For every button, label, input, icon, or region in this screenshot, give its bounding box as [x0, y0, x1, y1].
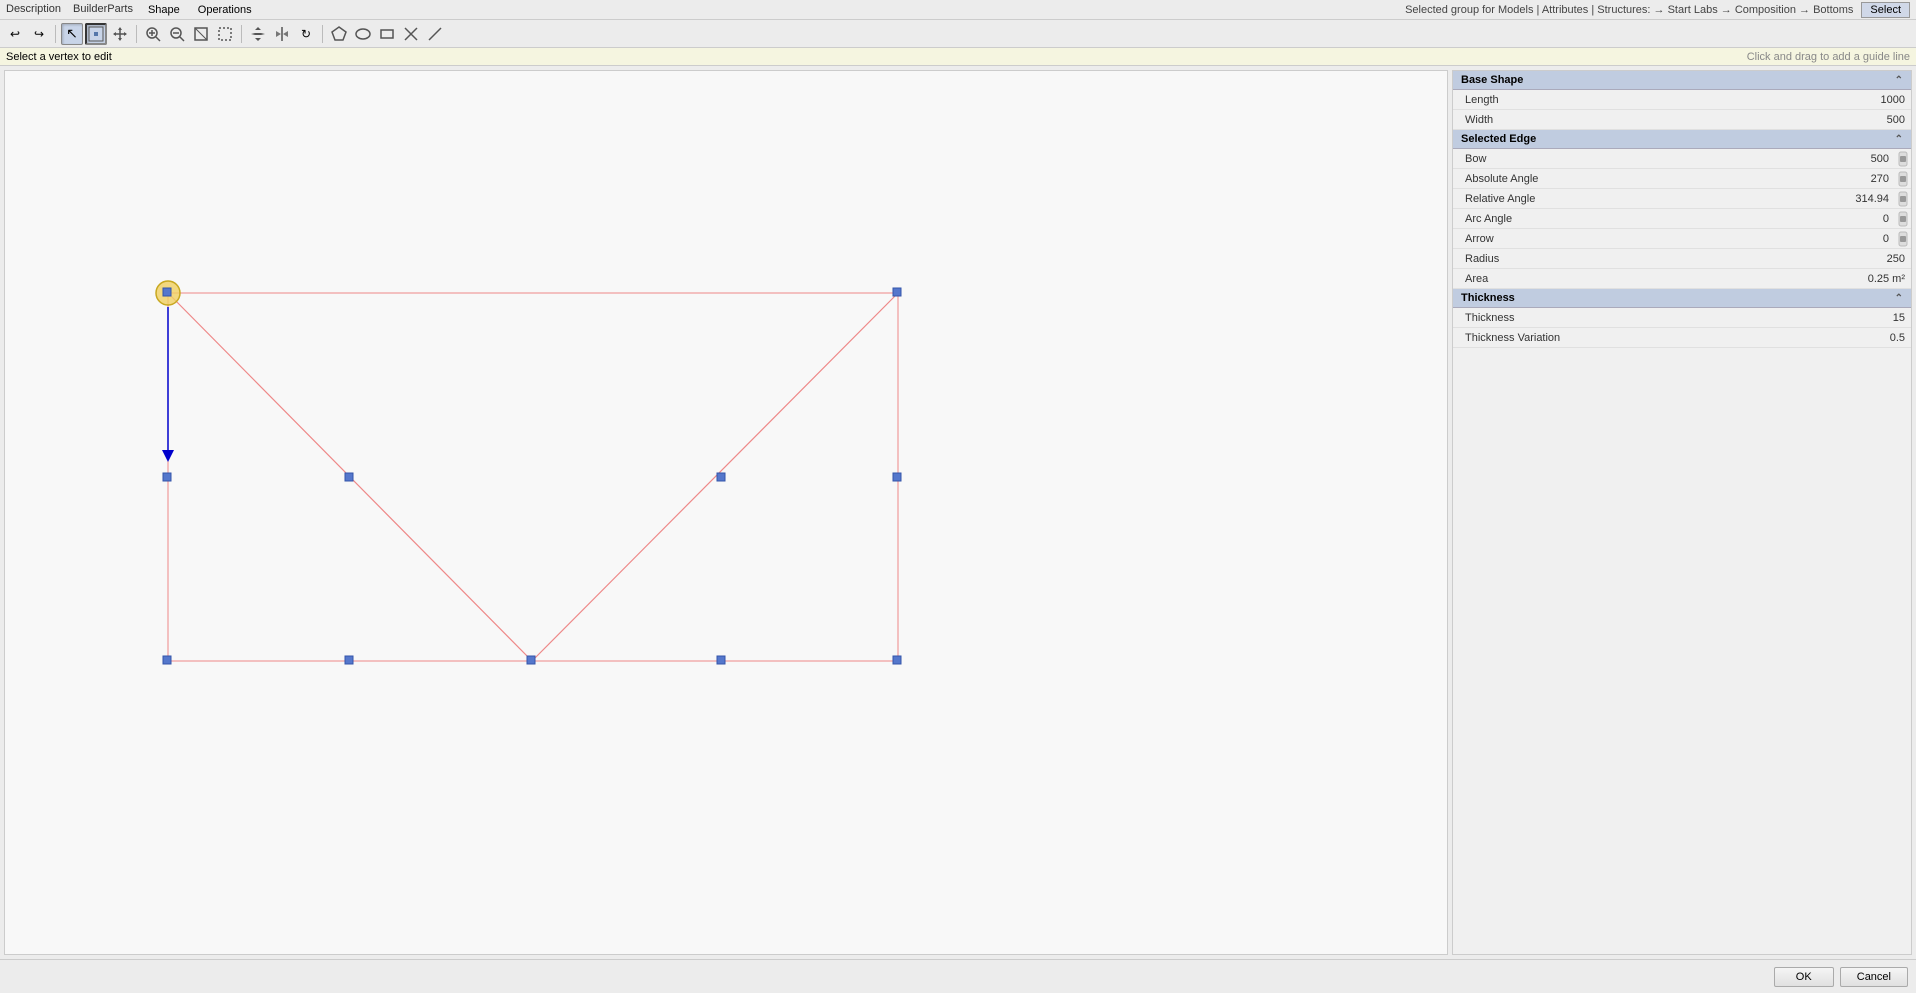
base-shape-title: Base Shape: [1461, 74, 1523, 86]
thickness-header[interactable]: Thickness ⌃: [1453, 289, 1911, 308]
area-row: Area 0.25 m²: [1453, 269, 1911, 289]
area-label: Area: [1453, 273, 1791, 285]
absolute-angle-label: Absolute Angle: [1453, 173, 1775, 185]
absolute-angle-row: Absolute Angle 270: [1453, 169, 1911, 189]
base-shape-collapse-icon: ⌃: [1895, 75, 1903, 86]
zoom-window-button[interactable]: [214, 23, 236, 45]
status-hint: Select a vertex to edit: [6, 51, 112, 63]
relative-angle-row: Relative Angle 314.94: [1453, 189, 1911, 209]
cut-tool-button[interactable]: [400, 23, 422, 45]
base-shape-header[interactable]: Base Shape ⌃: [1453, 71, 1911, 90]
separator4: [322, 25, 323, 43]
app-title: BuilderParts: [73, 3, 133, 17]
absolute-angle-value[interactable]: 270: [1775, 173, 1895, 185]
rect-tool-button[interactable]: [376, 23, 398, 45]
length-row: Length 1000: [1453, 90, 1911, 110]
ok-button[interactable]: OK: [1774, 967, 1834, 987]
thickness-value[interactable]: 15: [1791, 312, 1911, 324]
selected-edge-section: Selected Edge ⌃ Bow 500 Absolute Angle 2…: [1453, 130, 1911, 289]
line-tool-button[interactable]: [424, 23, 446, 45]
pan-button[interactable]: [247, 23, 269, 45]
canvas-svg: [5, 71, 1447, 954]
thickness-variation-label: Thickness Variation: [1453, 332, 1791, 344]
thickness-section: Thickness ⌃ Thickness 15 Thickness Varia…: [1453, 289, 1911, 348]
arc-angle-label: Arc Angle: [1453, 213, 1775, 225]
select-button[interactable]: Select: [1861, 2, 1910, 18]
radius-label: Radius: [1453, 253, 1791, 265]
bow-scrollbar[interactable]: [1895, 151, 1911, 167]
canvas-area[interactable]: [4, 70, 1448, 955]
separator2: [136, 25, 137, 43]
move-button[interactable]: [109, 23, 131, 45]
select-vertex-button[interactable]: [85, 23, 107, 45]
selected-edge-header[interactable]: Selected Edge ⌃: [1453, 130, 1911, 149]
menu-operations[interactable]: Operations: [195, 3, 255, 17]
bow-row: Bow 500: [1453, 149, 1911, 169]
menu-shape[interactable]: Shape: [145, 3, 183, 17]
arc-angle-scrollbar[interactable]: [1895, 211, 1911, 227]
arrow-row: Arrow 0: [1453, 229, 1911, 249]
zoom-fit-button[interactable]: [190, 23, 212, 45]
radius-value[interactable]: 250: [1791, 253, 1911, 265]
arrow-value[interactable]: 0: [1775, 233, 1895, 245]
bottom-bar: OK Cancel: [0, 959, 1916, 993]
undo-button[interactable]: ↩: [4, 23, 26, 45]
thickness-label: Thickness: [1453, 312, 1791, 324]
polygon-tool-button[interactable]: [328, 23, 350, 45]
width-label: Width: [1453, 114, 1791, 126]
rotate-button[interactable]: ↻: [295, 23, 317, 45]
guide-hint: Click and drag to add a guide line: [1747, 51, 1910, 63]
width-row: Width 500: [1453, 110, 1911, 130]
relative-angle-scrollbar[interactable]: [1895, 191, 1911, 207]
selected-edge-title: Selected Edge: [1461, 133, 1536, 145]
arrow-scrollbar[interactable]: [1895, 231, 1911, 247]
absolute-angle-scrollbar[interactable]: [1895, 171, 1911, 187]
base-shape-section: Base Shape ⌃ Length 1000 Width 500: [1453, 71, 1911, 130]
arrow-label: Arrow: [1453, 233, 1775, 245]
thickness-title: Thickness: [1461, 292, 1515, 304]
arc-angle-row: Arc Angle 0: [1453, 209, 1911, 229]
relative-angle-value[interactable]: 314.94: [1775, 193, 1895, 205]
ellipse-tool-button[interactable]: [352, 23, 374, 45]
area-value[interactable]: 0.25 m²: [1791, 273, 1911, 285]
thickness-variation-value[interactable]: 0.5: [1791, 332, 1911, 344]
bow-value[interactable]: 500: [1775, 153, 1895, 165]
cancel-button[interactable]: Cancel: [1840, 967, 1908, 987]
thickness-row: Thickness 15: [1453, 308, 1911, 328]
thickness-collapse-icon: ⌃: [1895, 293, 1903, 304]
radius-row: Radius 250: [1453, 249, 1911, 269]
description-label: Description: [6, 3, 61, 17]
separator3: [241, 25, 242, 43]
length-value[interactable]: 1000: [1791, 94, 1911, 106]
length-label: Length: [1453, 94, 1791, 106]
breadcrumb: Selected group for Models | Attributes |…: [1405, 4, 1853, 16]
arc-angle-value[interactable]: 0: [1775, 213, 1895, 225]
zoom-out-button[interactable]: [166, 23, 188, 45]
bow-label: Bow: [1453, 153, 1775, 165]
zoom-in-button[interactable]: [142, 23, 164, 45]
thickness-variation-row: Thickness Variation 0.5: [1453, 328, 1911, 348]
mirror-button[interactable]: [271, 23, 293, 45]
selected-edge-collapse-icon: ⌃: [1895, 134, 1903, 145]
redo-button[interactable]: ↪: [28, 23, 50, 45]
width-value[interactable]: 500: [1791, 114, 1911, 126]
separator1: [55, 25, 56, 43]
right-panel: Base Shape ⌃ Length 1000 Width 500 Selec…: [1452, 70, 1912, 955]
relative-angle-label: Relative Angle: [1453, 193, 1775, 205]
cursor-tool-button[interactable]: ↖: [61, 23, 83, 45]
